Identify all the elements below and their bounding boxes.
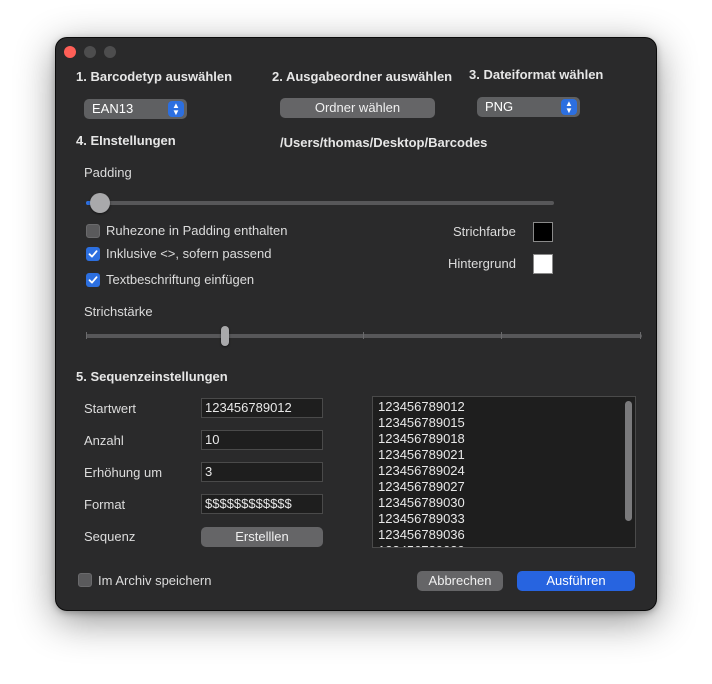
slider-tick: [86, 332, 87, 339]
list-item: 123456789021: [378, 447, 465, 462]
archive-label: Im Archiv speichern: [98, 573, 212, 588]
padding-slider-track[interactable]: [86, 201, 554, 205]
bar-color-label: Strichfarbe: [453, 224, 516, 239]
checkmark-icon: [88, 276, 98, 284]
line-width-slider-knob[interactable]: [221, 326, 229, 346]
list-item: 123456789027: [378, 479, 465, 494]
list-item: 123456789039: [373, 543, 635, 547]
step1-title: 1. Barcodetyp auswählen: [76, 69, 233, 84]
slider-tick: [363, 332, 364, 339]
app-window: 1. Barcodetyp auswählen 2. Ausgabeordner…: [56, 38, 656, 610]
file-format-value: PNG: [485, 99, 514, 114]
close-window-button[interactable]: [64, 46, 76, 58]
inclusive-label: Inklusive <>, sofern passend: [106, 246, 272, 261]
sequence-label: Sequenz: [84, 529, 136, 544]
checkmark-icon: [88, 250, 98, 258]
padding-label: Padding: [84, 165, 132, 180]
list-item: 123456789033: [378, 511, 465, 526]
list-item: 123456789036: [378, 527, 465, 542]
sequence-list[interactable]: 123456789012 123456789015 123456789018 1…: [372, 396, 636, 548]
step5-title: 5. Sequenzeinstellungen: [76, 369, 228, 384]
zoom-window-button[interactable]: [104, 46, 116, 58]
line-width-slider-track[interactable]: [86, 334, 642, 338]
archive-checkbox[interactable]: [78, 573, 92, 587]
increment-input[interactable]: 3: [201, 462, 323, 482]
increment-label: Erhöhung um: [84, 465, 163, 480]
text-label-checkbox[interactable]: [86, 273, 100, 287]
quiet-zone-label: Ruhezone in Padding enthalten: [106, 223, 288, 238]
updown-chevron-icon: ▲ ▼: [168, 101, 184, 117]
create-sequence-button[interactable]: Erstelllen: [201, 527, 323, 547]
slider-tick: [501, 332, 502, 339]
padding-slider-knob[interactable]: [90, 193, 111, 213]
barcode-type-select[interactable]: EAN13 ▲ ▼: [84, 99, 187, 119]
list-item: 123456789012: [378, 399, 465, 414]
list-item: 123456789030: [378, 495, 465, 510]
line-width-label: Strichstärke: [84, 304, 153, 319]
inclusive-checkbox[interactable]: [86, 247, 100, 261]
updown-chevron-icon: ▲ ▼: [561, 99, 577, 115]
count-label: Anzahl: [84, 433, 124, 448]
background-color-well[interactable]: [533, 254, 553, 274]
count-input[interactable]: 10: [201, 430, 323, 450]
start-value-label: Startwert: [84, 401, 137, 416]
start-value-input[interactable]: 123456789012: [201, 398, 323, 418]
format-label: Format: [84, 497, 126, 512]
slider-tick: [640, 332, 641, 339]
list-item: 123456789018: [378, 431, 465, 446]
choose-folder-button[interactable]: Ordner wählen: [280, 98, 435, 118]
barcode-type-value: EAN13: [92, 101, 134, 116]
list-item: 123456789024: [378, 463, 465, 478]
list-scrollbar[interactable]: [625, 401, 632, 521]
list-item: 123456789015: [378, 415, 465, 430]
cancel-button[interactable]: Abbrechen: [417, 571, 503, 591]
background-label: Hintergrund: [448, 256, 516, 271]
bar-color-well[interactable]: [533, 222, 553, 242]
output-path: /Users/thomas/Desktop/Barcodes: [280, 135, 488, 150]
text-label-label: Textbeschriftung einfügen: [106, 272, 255, 287]
format-input[interactable]: $$$$$$$$$$$$: [201, 494, 323, 514]
step3-title: 3. Dateiformat wählen: [469, 67, 604, 82]
quiet-zone-checkbox[interactable]: [86, 224, 100, 238]
file-format-select[interactable]: PNG ▲ ▼: [477, 97, 580, 117]
minimize-window-button[interactable]: [84, 46, 96, 58]
step4-title: 4. EInstellungen: [76, 133, 176, 148]
run-button[interactable]: Ausführen: [517, 571, 635, 591]
step2-title: 2. Ausgabeordner auswählen: [272, 69, 453, 84]
